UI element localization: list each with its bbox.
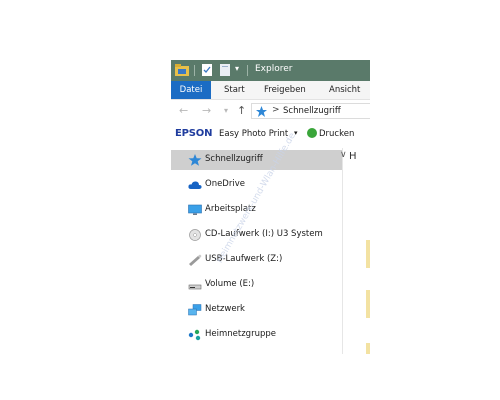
folder-thumbnail[interactable] [366, 343, 370, 354]
nav-item-netzwerk[interactable]: Netzwerk [171, 300, 342, 320]
cd-icon [189, 229, 201, 241]
nav-item-cd-laufwerk[interactable]: CD-Laufwerk (I:) U3 System [171, 225, 342, 245]
usb-drive-icon [189, 254, 202, 266]
address-row: ← → ▾ ↑ > Schnellzugriff [171, 100, 370, 122]
breadcrumb-separator[interactable]: > [272, 105, 280, 115]
ribbon-tabs: Datei Start Freigeben Ansicht [171, 81, 370, 100]
window-title: Explorer [255, 64, 293, 74]
cloud-icon [188, 181, 202, 189]
forward-arrow-icon[interactable]: → [202, 104, 211, 117]
drive-icon [188, 284, 202, 290]
content-group-header[interactable]: H [349, 151, 357, 162]
tab-freigeben[interactable]: Freigeben [264, 81, 306, 99]
title-bar: ▾ Explorer [171, 60, 370, 81]
print-button[interactable]: Drucken [319, 129, 354, 139]
easy-photo-print-button[interactable]: Easy Photo Print [219, 129, 288, 139]
chevron-down-icon[interactable]: ∨ [340, 150, 347, 160]
nav-item-usb-laufwerk[interactable]: USB-Laufwerk (Z:) [171, 250, 342, 270]
tab-ansicht[interactable]: Ansicht [329, 81, 360, 99]
nav-item-schnellzugriff[interactable]: Schnellzugriff [171, 150, 342, 170]
properties-icon[interactable] [202, 64, 212, 76]
back-arrow-icon[interactable]: ← [179, 104, 188, 117]
nav-item-volume[interactable]: Volume (E:) [171, 275, 342, 295]
epson-logo: EPSON [175, 128, 213, 139]
nav-item-label: Schnellzugriff [205, 154, 263, 164]
recent-dropdown-icon[interactable]: ▾ [224, 106, 228, 115]
network-icon [188, 304, 202, 316]
nav-item-label: Heimnetzgruppe [205, 329, 276, 339]
content-area: ∨ H [340, 148, 370, 354]
navigation-pane: Schnellzugriff OneDrive Arbeitsplatz CD-… [171, 148, 342, 354]
nav-item-label: Volume (E:) [205, 279, 255, 289]
address-bar[interactable]: > Schnellzugriff [251, 103, 370, 119]
nav-item-label: OneDrive [205, 179, 245, 189]
monitor-icon [188, 204, 202, 215]
tab-start[interactable]: Start [224, 81, 245, 99]
homegroup-icon [188, 329, 201, 341]
folder-thumbnail[interactable] [366, 240, 370, 268]
up-arrow-icon[interactable]: ↑ [237, 104, 246, 117]
nav-item-label: CD-Laufwerk (I:) U3 System [205, 229, 323, 239]
nav-item-heimnetzgruppe[interactable]: Heimnetzgruppe [171, 325, 342, 345]
new-folder-icon[interactable] [220, 64, 230, 76]
folder-icon[interactable] [175, 64, 189, 76]
breadcrumb-current[interactable]: Schnellzugriff [283, 106, 341, 116]
print-icon[interactable] [307, 128, 317, 138]
explorer-window: ▾ Explorer Datei Start Freigeben Ansicht… [171, 60, 370, 354]
folder-thumbnail[interactable] [366, 290, 370, 318]
star-icon [188, 154, 202, 166]
tab-datei[interactable]: Datei [171, 81, 211, 99]
epson-toolbar: EPSON Easy Photo Print ▾ Drucken [171, 123, 370, 145]
nav-item-label: Netzwerk [205, 304, 245, 314]
quick-access-dropdown-icon[interactable]: ▾ [235, 64, 239, 73]
star-icon [256, 106, 267, 117]
